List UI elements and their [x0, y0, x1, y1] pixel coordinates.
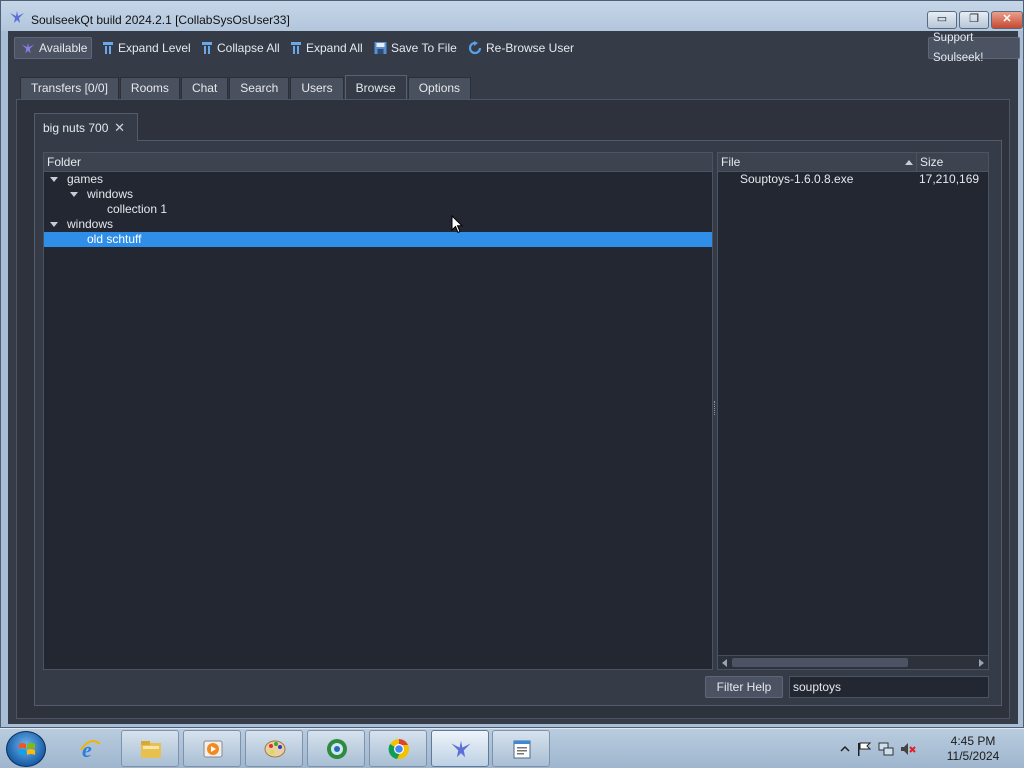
- close-tab-icon[interactable]: ✕: [114, 114, 125, 142]
- minimize-button[interactable]: ▭: [927, 11, 957, 29]
- available-label: Available: [39, 41, 88, 55]
- soulseek-bird-icon: [451, 740, 471, 758]
- scrollbar-thumb[interactable]: [732, 658, 908, 667]
- mouse-cursor-icon: [451, 215, 464, 234]
- folder-label: windows: [67, 217, 114, 231]
- tree-expand-icon: [103, 42, 113, 54]
- expand-all-label: Expand All: [306, 41, 363, 55]
- folder-label: games: [67, 172, 104, 186]
- tab-users[interactable]: Users: [290, 77, 344, 99]
- expand-arrow-icon[interactable]: [70, 192, 78, 197]
- title-bar[interactable]: SoulseekQt build 2024.2.1 [CollabSysOsUs…: [1, 1, 1023, 31]
- window-title: SoulseekQt build 2024.2.1 [CollabSysOsUs…: [31, 13, 290, 27]
- taskbar-clock[interactable]: 4:45 PM 11/5/2024: [938, 734, 1008, 764]
- clock-time: 4:45 PM: [950, 734, 996, 748]
- splitter-grip-icon[interactable]: [714, 401, 716, 415]
- taskbar-internet-explorer[interactable]: e: [60, 730, 118, 767]
- file-name: Souptoys-1.6.0.8.exe: [740, 172, 854, 186]
- folder-tree[interactable]: Folder games windows collection 1 window…: [43, 152, 713, 670]
- filter-help-button[interactable]: Filter Help: [705, 676, 783, 698]
- tree-collapse-icon: [202, 42, 212, 54]
- tab-browse[interactable]: Browse: [344, 75, 407, 99]
- re-browse-user-label: Re-Browse User: [486, 41, 575, 55]
- taskbar-media-player[interactable]: [183, 730, 241, 767]
- tab-search[interactable]: Search: [229, 77, 290, 99]
- available-status-button[interactable]: Available: [14, 37, 92, 59]
- folder-icon: [141, 741, 161, 758]
- folder-label: windows: [87, 187, 134, 201]
- size-column-header[interactable]: Size: [916, 153, 943, 172]
- tab-chat[interactable]: Chat: [180, 77, 229, 99]
- action-center-flag-icon[interactable]: [856, 741, 872, 757]
- soulseek-bird-icon: [21, 42, 35, 54]
- user-browse-tab-label: big nuts 700: [43, 121, 109, 135]
- tree-folder-games[interactable]: games: [44, 172, 712, 187]
- chrome-icon: [388, 739, 409, 759]
- tab-options[interactable]: Options: [407, 77, 472, 99]
- refresh-icon: [468, 41, 482, 55]
- save-to-file-label: Save To File: [391, 41, 457, 55]
- taskbar-notepad[interactable]: [492, 730, 550, 767]
- expand-all-button[interactable]: Expand All: [290, 38, 363, 58]
- tree-folder-windows[interactable]: windows: [44, 217, 712, 232]
- file-row[interactable]: Souptoys-1.6.0.8.exe 17,210,169: [718, 172, 988, 187]
- taskbar-soulseek[interactable]: [431, 730, 489, 767]
- collapse-all-label: Collapse All: [217, 41, 280, 55]
- folder-label: old schtuff: [87, 232, 142, 246]
- taskbar-media-center[interactable]: [307, 730, 365, 767]
- user-browse-tab[interactable]: big nuts 700 ✕: [34, 113, 138, 141]
- save-to-file-button[interactable]: Save To File: [374, 38, 457, 58]
- folder-label: collection 1: [107, 202, 168, 216]
- folder-column-header[interactable]: Folder: [44, 153, 712, 172]
- volume-muted-icon[interactable]: [900, 741, 916, 757]
- tree-expand-all-icon: [291, 42, 301, 54]
- scroll-left-icon[interactable]: [722, 659, 727, 667]
- paint-palette-icon: [264, 740, 286, 758]
- taskbar: e 4:45 PM 11/5/2024: [0, 728, 1024, 768]
- network-icon[interactable]: [878, 741, 894, 757]
- show-hidden-icons-icon[interactable]: [840, 744, 850, 754]
- soulseek-bird-icon: [10, 11, 24, 23]
- support-soulseek-button[interactable]: Support Soulseek!: [928, 32, 1020, 64]
- floppy-disk-icon: [374, 42, 387, 54]
- app-window: SoulseekQt build 2024.2.1 [CollabSysOsUs…: [0, 0, 1024, 728]
- expand-arrow-icon[interactable]: [50, 177, 58, 182]
- media-center-icon: [327, 739, 347, 759]
- windows-logo-icon: [19, 743, 35, 755]
- taskbar-chrome[interactable]: [369, 730, 427, 767]
- filter-input[interactable]: souptoys: [789, 676, 989, 698]
- scroll-right-icon[interactable]: [979, 659, 984, 667]
- main-tabs: Transfers [0/0] Rooms Chat Search Users …: [20, 75, 472, 99]
- notepad-icon: [513, 740, 531, 759]
- taskbar-file-explorer[interactable]: [121, 730, 179, 767]
- taskbar-paint[interactable]: [245, 730, 303, 767]
- re-browse-user-button[interactable]: Re-Browse User: [468, 38, 574, 58]
- close-button[interactable]: ✕: [991, 11, 1023, 29]
- sort-ascending-icon: [905, 160, 913, 165]
- system-tray: [840, 735, 916, 763]
- internet-explorer-icon: e: [80, 738, 101, 760]
- client-area: Available Expand Level Collapse All Expa…: [8, 31, 1020, 724]
- start-button[interactable]: [6, 731, 46, 767]
- tab-transfers[interactable]: Transfers [0/0]: [20, 77, 119, 99]
- file-list-header: File Size: [718, 153, 988, 172]
- tree-folder-collection-1[interactable]: collection 1: [44, 202, 712, 217]
- expand-level-label: Expand Level: [118, 41, 191, 55]
- media-player-icon: [203, 740, 223, 758]
- tree-folder-games-windows[interactable]: windows: [44, 187, 712, 202]
- tab-rooms[interactable]: Rooms: [119, 77, 180, 99]
- horizontal-scrollbar[interactable]: [718, 655, 988, 669]
- tree-folder-old-schtuff[interactable]: old schtuff: [44, 232, 712, 247]
- maximize-button[interactable]: ❐: [959, 11, 989, 29]
- expand-arrow-icon[interactable]: [50, 222, 58, 227]
- clock-date: 11/5/2024: [946, 749, 1000, 763]
- expand-level-button[interactable]: Expand Level: [102, 38, 191, 58]
- file-list[interactable]: File Size Souptoys-1.6.0.8.exe 17,210,16…: [717, 152, 989, 670]
- file-size: 17,210,169: [919, 172, 980, 186]
- file-column-header[interactable]: File: [721, 155, 740, 169]
- collapse-all-button[interactable]: Collapse All: [201, 38, 280, 58]
- toolbar: Available Expand Level Collapse All Expa…: [8, 31, 1020, 65]
